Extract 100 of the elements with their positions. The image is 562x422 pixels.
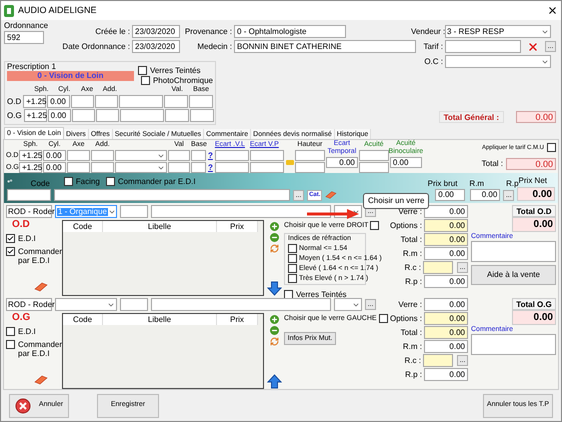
clear-icon[interactable] (527, 40, 539, 52)
input-field[interactable]: 592 (4, 31, 44, 44)
checkbox[interactable] (138, 66, 147, 75)
input-field[interactable]: 0 - Ophtalmologiste (234, 25, 346, 38)
input-field[interactable]: 0.00 (47, 95, 70, 108)
input-field[interactable]: 0.00 (424, 340, 468, 353)
input-field[interactable] (7, 189, 51, 201)
input-field[interactable]: +1.25 (19, 150, 42, 161)
input-field[interactable] (96, 109, 119, 122)
dropdown[interactable] (334, 298, 362, 311)
comment-field[interactable] (471, 241, 556, 262)
input-field[interactable] (191, 150, 206, 161)
input-field[interactable]: 0.00 (435, 189, 466, 201)
input-field[interactable]: +1.25 (24, 109, 47, 122)
input-field[interactable]: 0.00 (43, 150, 66, 161)
input-field[interactable]: 0.00 (390, 157, 422, 168)
checkbox[interactable] (6, 234, 15, 243)
checkbox[interactable] (288, 274, 297, 283)
input-field[interactable] (250, 150, 284, 161)
input-field[interactable] (214, 150, 249, 161)
input-field[interactable]: 23/03/2020 (132, 40, 180, 53)
dropdown[interactable] (115, 150, 167, 161)
close-icon[interactable] (547, 5, 558, 16)
input-field[interactable]: 0.00 (43, 162, 66, 173)
checkbox[interactable] (106, 176, 115, 186)
input-field[interactable] (120, 109, 164, 122)
input-field[interactable] (294, 150, 325, 161)
input-field[interactable] (71, 95, 94, 108)
input-field[interactable]: 0.00 (424, 219, 468, 232)
transfer-icon[interactable] (286, 160, 294, 165)
refresh-icon[interactable] (270, 244, 278, 253)
checkbox[interactable] (288, 254, 297, 263)
input-field[interactable] (358, 162, 389, 173)
input-field[interactable] (423, 261, 453, 274)
up-arrow-icon[interactable] (266, 374, 282, 389)
input-field[interactable]: 0.00 (48, 109, 71, 122)
dropdown[interactable]: ROD - Roder (6, 298, 52, 311)
input-field[interactable]: 0.00 (326, 157, 358, 168)
down-arrow-icon[interactable] (266, 281, 282, 296)
input-field[interactable]: 0.00 (424, 298, 468, 311)
dropdown[interactable]: 3 - RESP RESP (445, 25, 551, 38)
checkbox[interactable] (140, 76, 150, 85)
help-link[interactable]: ? (208, 150, 213, 161)
input-field[interactable] (91, 162, 114, 173)
dropdown[interactable] (445, 55, 551, 68)
input-field[interactable] (120, 205, 148, 218)
input-field[interactable]: +1.25 (19, 162, 42, 173)
input-field[interactable] (119, 95, 164, 108)
input-field[interactable] (151, 205, 331, 218)
input-field[interactable] (120, 298, 148, 311)
input-field[interactable]: 0.00 (424, 233, 468, 246)
checkbox[interactable] (64, 176, 73, 186)
add-icon[interactable] (270, 315, 278, 324)
input-field[interactable]: 0.00 (424, 275, 468, 288)
input-field[interactable] (67, 162, 90, 173)
add-icon[interactable] (270, 222, 278, 231)
checkbox[interactable] (288, 264, 297, 273)
checkbox[interactable] (370, 221, 380, 230)
input-field[interactable] (189, 95, 214, 108)
input-field[interactable] (95, 95, 118, 108)
input-field[interactable] (191, 162, 206, 173)
input-field[interactable] (168, 162, 190, 173)
input-field[interactable] (54, 189, 290, 201)
checkbox[interactable] (288, 244, 297, 253)
input-field[interactable] (294, 162, 325, 173)
input-field[interactable]: 0.00 (424, 247, 468, 260)
input-field[interactable]: 0.00 (424, 326, 468, 339)
input-field[interactable] (214, 162, 249, 173)
checkbox[interactable] (6, 327, 15, 336)
input-field[interactable]: 0.00 (424, 205, 468, 218)
help-link[interactable]: ? (208, 162, 213, 173)
dropdown[interactable] (55, 298, 117, 311)
input-field[interactable]: +1.25 (23, 95, 46, 108)
input-field[interactable] (164, 95, 188, 108)
checkbox[interactable] (6, 340, 15, 349)
checkbox[interactable] (6, 247, 15, 256)
input-field[interactable] (190, 109, 214, 122)
input-field[interactable] (423, 354, 453, 367)
input-field[interactable] (358, 150, 389, 161)
input-field[interactable]: 0.00 (424, 368, 468, 381)
remove-icon[interactable] (270, 233, 278, 242)
input-field[interactable]: BONNIN BINET CATHERINE (234, 40, 416, 53)
refresh-icon[interactable] (270, 337, 278, 346)
input-field[interactable] (445, 40, 521, 53)
input-field[interactable]: 23/03/2020 (132, 25, 180, 38)
remove-icon[interactable] (270, 326, 278, 335)
checkbox[interactable] (378, 314, 388, 323)
input-field[interactable] (72, 109, 95, 122)
checkbox[interactable] (547, 143, 556, 152)
input-field[interactable] (168, 150, 190, 161)
input-field[interactable] (67, 150, 90, 161)
input-field[interactable] (151, 298, 331, 311)
input-field[interactable]: 0.00 (470, 189, 500, 201)
input-field[interactable] (164, 109, 189, 122)
input-field[interactable] (91, 150, 114, 161)
comment-field[interactable] (471, 334, 556, 355)
sales-help-button[interactable]: Aide à la vente (471, 265, 556, 285)
input-field[interactable]: 0.00 (424, 312, 468, 325)
dropdown[interactable]: ROD - Roder (6, 205, 52, 218)
input-field[interactable] (250, 162, 284, 173)
